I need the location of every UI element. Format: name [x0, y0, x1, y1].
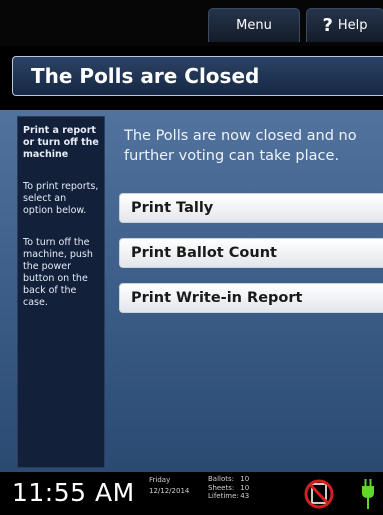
- instructions-sidebar: Print a report or turn off the machine T…: [17, 116, 105, 468]
- day-text: Friday: [149, 476, 171, 484]
- menu-label: Menu: [236, 18, 272, 33]
- print-ballot-count-label: Print Ballot Count: [131, 245, 277, 261]
- status-bar: 11:55 AM Friday 12/12/2014 Ballots: 10 S…: [0, 472, 383, 515]
- top-bar: Menu ? Help: [0, 0, 383, 46]
- page-title: The Polls are Closed: [31, 64, 260, 88]
- sidebar-power-instruction: To turn off the machine, push the power …: [23, 237, 93, 308]
- clock: 11:55 AM: [12, 478, 135, 507]
- title-bar: The Polls are Closed: [12, 56, 383, 96]
- ballots-value: 10: [240, 475, 250, 483]
- print-write-in-report-label: Print Write-in Report: [131, 290, 303, 306]
- print-tally-button[interactable]: Print Tally: [119, 193, 383, 223]
- sheets-counter: Sheets: 10: [208, 484, 249, 493]
- question-mark-icon: ?: [322, 15, 333, 36]
- sidebar-print-instruction: To print reports, select an option below…: [23, 181, 99, 216]
- print-ballot-count-button[interactable]: Print Ballot Count: [119, 238, 383, 268]
- print-tally-label: Print Tally: [131, 200, 214, 216]
- ballots-counter: Ballots: 10: [208, 475, 249, 484]
- ballots-label: Ballots:: [208, 475, 235, 483]
- lifetime-counter: Lifetime: 43: [208, 492, 249, 501]
- sheets-label: Sheets:: [208, 483, 235, 492]
- help-label: Help: [337, 18, 368, 33]
- sidebar-heading: Print a report or turn off the machine: [23, 125, 99, 160]
- print-write-in-report-button[interactable]: Print Write-in Report: [119, 283, 383, 313]
- ballot-counters: Ballots: 10 Sheets: 10 Lifetime: 43: [208, 475, 249, 501]
- lifetime-label: Lifetime:: [208, 492, 239, 500]
- menu-button[interactable]: Menu: [208, 8, 300, 42]
- date-text: 12/12/2014: [149, 487, 190, 495]
- polls-closed-message: The Polls are now closed and no further …: [124, 128, 357, 164]
- lifetime-value: 43: [240, 492, 250, 500]
- no-paper-icon: [304, 479, 334, 509]
- power-plug-icon: [362, 479, 374, 509]
- help-button[interactable]: ? Help: [306, 8, 383, 42]
- date-display: Friday 12/12/2014: [149, 475, 189, 497]
- sheets-value: 10: [240, 483, 250, 492]
